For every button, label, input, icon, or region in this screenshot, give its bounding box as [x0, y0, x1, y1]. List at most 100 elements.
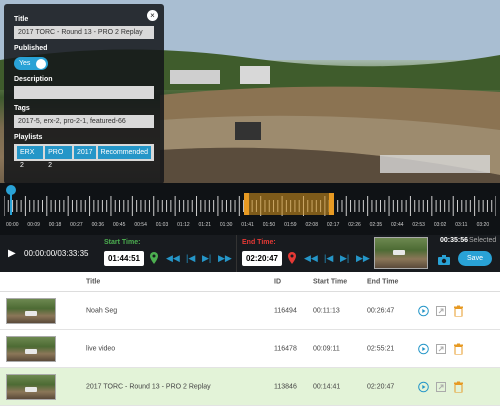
- rewind-end-icon[interactable]: ◀◀: [304, 253, 318, 264]
- step-forward-start-icon[interactable]: ▶|: [202, 253, 211, 264]
- timeline-tick-label: 00:09: [27, 222, 40, 228]
- clips-table: Title ID Start Time End Time Noah Seg 11…: [0, 272, 500, 406]
- row-start: 00:14:41: [313, 383, 341, 390]
- playlist-chip[interactable]: ERX 2: [17, 146, 44, 169]
- open-external-icon[interactable]: [436, 381, 446, 392]
- table-header: Title ID Start Time End Time: [0, 272, 500, 292]
- trash-icon[interactable]: [454, 343, 463, 354]
- clip-preview-thumbnail: [374, 237, 428, 269]
- timeline-tick-label: 01:30: [220, 222, 233, 228]
- row-title: live video: [86, 345, 116, 352]
- timeline-tick-label: 01:21: [199, 222, 212, 228]
- player-controls: ▶ 00:00:00/03:33:35 Start Time: 01:44:51…: [0, 235, 500, 272]
- col-end[interactable]: End Time: [367, 278, 398, 285]
- timeline-tick-label: 00:54: [134, 222, 147, 228]
- playhead-handle[interactable]: [6, 185, 16, 195]
- rewind-start-icon[interactable]: ◀◀: [166, 253, 180, 264]
- open-external-icon[interactable]: [436, 343, 446, 354]
- playlist-chip[interactable]: 2017: [73, 146, 96, 159]
- tags-label: Tags: [14, 105, 30, 112]
- col-id[interactable]: ID: [274, 278, 281, 285]
- video-details-panel: × Title 2017 TORC - Round 13 - PRO 2 Rep…: [4, 4, 164, 184]
- col-title[interactable]: Title: [86, 278, 100, 285]
- row-end: 00:26:47: [367, 307, 395, 314]
- col-start[interactable]: Start Time: [313, 278, 347, 285]
- timeline-tick-label: 01:03: [156, 222, 169, 228]
- timeline-tick-label: 01:59: [284, 222, 297, 228]
- timeline-tick-label: 00:18: [49, 222, 62, 228]
- row-thumbnail[interactable]: [6, 374, 56, 400]
- description-label: Description: [14, 76, 53, 83]
- description-input[interactable]: [14, 86, 154, 99]
- playhead-line: [10, 193, 12, 215]
- elapsed-time: 00:00:00/03:33:35: [24, 249, 89, 258]
- row-title: Noah Seg: [86, 307, 118, 314]
- timeline-tick-label: 01:50: [263, 222, 276, 228]
- play-circle-icon[interactable]: [418, 343, 429, 354]
- playlist-chip[interactable]: Recommended: [97, 146, 151, 159]
- timeline-tick-label: 02:08: [305, 222, 318, 228]
- divider: [236, 235, 237, 272]
- timeline-tick-label: 00:00: [6, 222, 19, 228]
- playlists-input[interactable]: ERX 2 PRO 2 2017 Recommended: [14, 144, 154, 169]
- row-title: 2017 TORC - Round 13 - PRO 2 Replay: [86, 383, 211, 390]
- camera-icon[interactable]: [438, 255, 450, 265]
- published-toggle-label: Yes: [19, 60, 31, 67]
- timeline-tick-label: 02:35: [370, 222, 383, 228]
- step-forward-end-icon[interactable]: ▶|: [340, 253, 349, 264]
- step-back-start-icon[interactable]: |◀: [186, 253, 195, 264]
- timeline-tick-label: 03:11: [455, 222, 467, 228]
- timeline-tick-label: 00:45: [113, 222, 126, 228]
- timeline-tick-label: 02:17: [327, 222, 340, 228]
- timeline-tick-label: 01:12: [177, 222, 190, 228]
- start-time-label: Start Time:: [104, 239, 141, 246]
- selected-label: Selected: [469, 237, 497, 244]
- playlist-chip[interactable]: PRO 2: [45, 146, 72, 169]
- timeline-tick-label: 00:27: [70, 222, 83, 228]
- trash-icon[interactable]: [454, 381, 463, 392]
- published-toggle[interactable]: Yes: [14, 57, 48, 70]
- title-input[interactable]: 2017 TORC - Round 13 - PRO 2 Replay: [14, 26, 154, 39]
- table-row[interactable]: 2017 TORC - Round 13 - PRO 2 Replay 1138…: [0, 368, 500, 406]
- tags-input[interactable]: 2017-5, erx-2, pro-2-1, featured-66: [14, 115, 154, 128]
- timeline[interactable]: 00:00 00:09 00:18 00:27 00:36 00:45 00:54 01:03…: [0, 183, 500, 235]
- end-time-label: End Time:: [242, 239, 276, 246]
- forward-end-icon[interactable]: ▶▶: [356, 253, 370, 264]
- start-time-input[interactable]: 01:44:51: [104, 251, 144, 266]
- step-back-end-icon[interactable]: |◀: [324, 253, 333, 264]
- selection-range[interactable]: [244, 193, 334, 215]
- selected-duration: 00:35:56: [440, 237, 469, 244]
- title-label: Title: [14, 16, 29, 23]
- timeline-tick-label: 02:53: [412, 222, 425, 228]
- row-thumbnail[interactable]: [6, 298, 56, 324]
- timeline-tick-label: 01:41: [241, 222, 254, 228]
- table-row[interactable]: live video 116478 00:09:11 02:55:21: [0, 330, 500, 368]
- save-button[interactable]: Save: [458, 251, 492, 266]
- row-end: 02:55:21: [367, 345, 395, 352]
- play-icon[interactable]: ▶: [8, 248, 16, 259]
- row-id: 116478: [274, 345, 297, 352]
- close-icon[interactable]: ×: [147, 10, 158, 21]
- row-id: 113846: [274, 383, 297, 390]
- timeline-tick-label: 03:02: [434, 222, 447, 228]
- start-marker-icon[interactable]: [150, 252, 158, 264]
- play-circle-icon[interactable]: [418, 305, 429, 316]
- play-circle-icon[interactable]: [418, 381, 429, 392]
- table-row[interactable]: Noah Seg 116494 00:11:13 00:26:47: [0, 292, 500, 330]
- row-thumbnail[interactable]: [6, 336, 56, 362]
- row-id: 116494: [274, 307, 297, 314]
- timeline-tick-label: 02:26: [348, 222, 361, 228]
- published-label: Published: [14, 45, 48, 52]
- trash-icon[interactable]: [454, 305, 463, 316]
- toggle-knob: [36, 58, 46, 69]
- open-external-icon[interactable]: [436, 305, 446, 316]
- end-time-input[interactable]: 02:20:47: [242, 251, 282, 266]
- timeline-tick-label: 03:20: [477, 222, 490, 228]
- row-end: 02:20:47: [367, 383, 395, 390]
- end-marker-icon[interactable]: [288, 252, 296, 264]
- row-start: 00:11:13: [313, 307, 340, 314]
- row-start: 00:09:11: [313, 345, 340, 352]
- timeline-tick-label: 02:44: [391, 222, 404, 228]
- forward-start-icon[interactable]: ▶▶: [218, 253, 232, 264]
- playlists-label: Playlists: [14, 134, 43, 141]
